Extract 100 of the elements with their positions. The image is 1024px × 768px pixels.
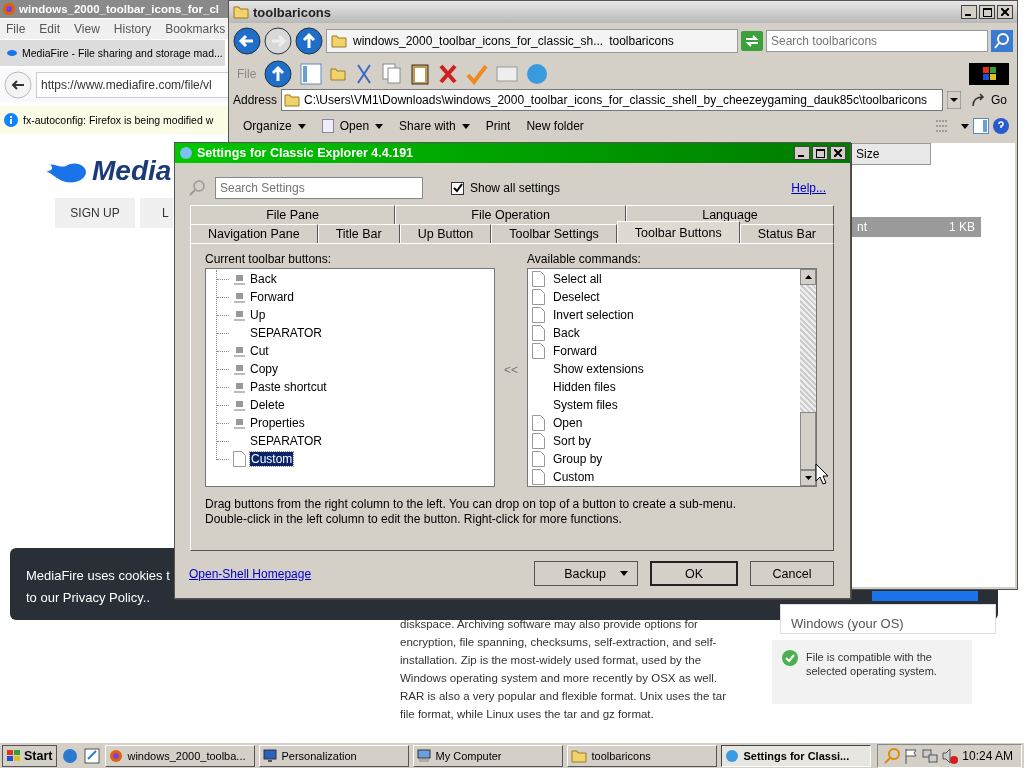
preview-pane-icon[interactable]	[973, 118, 989, 134]
nav-button[interactable]: L	[140, 198, 173, 228]
list-item[interactable]: Custom	[553, 470, 595, 484]
tab[interactable]: Status Bar	[739, 224, 834, 243]
toolbar-buttons-list[interactable]: Back Forward Up SEPARATOR Cut Copy Paste shortcut Delete Properties SEPARATOR Custom	[205, 268, 495, 487]
tree-item[interactable]: Back	[250, 272, 277, 286]
list-item[interactable]: System files	[553, 398, 618, 412]
list-item[interactable]: Hidden files	[553, 380, 616, 394]
list-item[interactable]: Select all	[553, 272, 602, 286]
go-button[interactable]: Go	[965, 91, 1013, 109]
dropdown-arrow-icon[interactable]	[947, 91, 961, 109]
breadcrumb-bar[interactable]: windows_2000_toolbar_icons_for_classic_sh... toolbaricons	[326, 29, 738, 53]
up-button[interactable]	[295, 27, 323, 55]
list-item[interactable]: Deselect	[553, 290, 600, 304]
command-button[interactable]: Print	[479, 117, 517, 135]
minimize-button[interactable]	[794, 146, 810, 160]
back-button[interactable]	[233, 27, 261, 55]
menu-item[interactable]: View	[74, 22, 100, 36]
caret-icon[interactable]	[619, 571, 628, 576]
tree-item[interactable]: SEPARATOR	[250, 326, 323, 340]
minimize-button[interactable]	[961, 5, 977, 19]
list-item[interactable]: Back	[553, 326, 580, 340]
view-list-icon[interactable]	[935, 119, 969, 133]
list-item[interactable]: Forward	[553, 344, 597, 358]
taskbar-button[interactable]: My Computer	[413, 744, 564, 767]
checkbox[interactable]	[451, 181, 464, 195]
muted-speaker-icon[interactable]	[942, 747, 959, 764]
help-icon[interactable]	[993, 118, 1009, 134]
menu-item[interactable]: File	[6, 22, 26, 36]
caret-icon[interactable]	[375, 123, 384, 129]
close-button[interactable]	[830, 146, 846, 160]
tree-item[interactable]: Forward	[250, 290, 294, 304]
nav-button[interactable]: SIGN UP	[55, 198, 135, 228]
cancel-button[interactable]: Cancel	[750, 561, 834, 586]
panes-icon[interactable]	[300, 63, 323, 85]
tree-item[interactable]: Up	[250, 308, 266, 322]
start-button[interactable]: Start	[2, 744, 58, 767]
tree-item[interactable]: Paste shortcut	[250, 380, 327, 394]
tree-item[interactable]: Cut	[250, 344, 269, 358]
breadcrumb[interactable]: windows_2000_toolbar_icons_for_classic_sh...	[353, 34, 604, 48]
menu-item[interactable]: History	[113, 22, 152, 36]
checkmark-icon[interactable]	[466, 63, 489, 85]
search-icon[interactable]	[991, 30, 1013, 52]
homepage-link[interactable]: Open-Shell Homepage	[189, 566, 312, 581]
back-icon[interactable]	[4, 71, 32, 99]
notepad-icon[interactable]	[83, 746, 102, 765]
tree-item[interactable]: Copy	[250, 362, 278, 376]
refresh-icon[interactable]	[741, 31, 763, 51]
command-button[interactable]: Open	[315, 117, 390, 135]
maximize-button[interactable]	[979, 5, 995, 19]
list-item[interactable]: Invert selection	[553, 308, 634, 322]
taskbar-button[interactable]: windows_2000_toolba...	[105, 744, 256, 767]
backup-button[interactable]: Backup	[534, 561, 638, 586]
ok-button[interactable]: OK	[650, 561, 738, 586]
tree-item[interactable]: SEPARATOR	[250, 434, 323, 448]
address-field[interactable]: C:\Users\VM1\Downloads\windows_2000_toolbar_icons_for_classic_shell_by_cheezeygaming_dauk85c\toolbaricons	[281, 89, 943, 111]
os-select[interactable]: Windows (your OS)	[780, 604, 996, 634]
scrollbar-thumb[interactable]	[800, 412, 816, 470]
up-button[interactable]	[264, 60, 293, 88]
menu-item[interactable]: Edit	[39, 22, 61, 36]
caret-icon[interactable]	[461, 123, 470, 129]
search-field[interactable]: Search toolbaricons	[766, 30, 988, 52]
delete-icon[interactable]	[438, 63, 459, 85]
breadcrumb[interactable]: toolbaricons	[609, 34, 674, 48]
caret-icon[interactable]	[297, 123, 306, 129]
close-button[interactable]	[997, 5, 1013, 19]
flag-icon[interactable]	[904, 747, 919, 764]
tab[interactable]: Toolbar Settings	[491, 224, 617, 243]
tab[interactable]: Up Button	[399, 224, 492, 243]
tree-item[interactable]: Properties	[250, 416, 305, 430]
scroll-up-button[interactable]	[800, 269, 816, 285]
help-link[interactable]: Help...	[791, 181, 826, 195]
command-button[interactable]: Share with	[393, 117, 476, 135]
commands-list[interactable]: Select all Deselect Invert selection Back Forward Show extensions Hidden files System files Open Sort by Group by Custom	[527, 268, 817, 487]
column-header[interactable]: Size	[851, 143, 931, 165]
list-item[interactable]: Show extensions	[553, 362, 644, 376]
taskbar-button[interactable]: Settings for Classi...	[721, 744, 872, 767]
forward-button[interactable]	[264, 27, 292, 55]
scroll-down-button[interactable]	[800, 470, 816, 486]
tree-item[interactable]: Delete	[250, 398, 285, 412]
command-button[interactable]: New folder	[520, 117, 590, 135]
taskbar-button[interactable]: toolbaricons	[567, 744, 718, 767]
paste-icon[interactable]	[410, 63, 431, 85]
list-item[interactable]: Open	[553, 416, 583, 430]
tree-item[interactable]: Custom	[250, 452, 294, 466]
menu-item[interactable]: Bookmarks	[165, 22, 226, 36]
browser-tab[interactable]: MediaFire - File sharing and storage mad...	[0, 40, 225, 66]
command-button[interactable]: Organize	[237, 117, 312, 135]
tab[interactable]: Title Bar	[317, 224, 400, 243]
taskbar-button[interactable]: Personalization	[259, 744, 410, 767]
tab[interactable]: File Pane	[190, 205, 396, 224]
maximize-button[interactable]	[812, 146, 828, 160]
list-item[interactable]: Sort by	[553, 434, 591, 448]
list-item[interactable]: Group by	[553, 452, 603, 466]
tab[interactable]: Navigation Pane	[190, 224, 318, 243]
tab[interactable]: Toolbar Buttons	[616, 221, 740, 243]
search-field[interactable]: Search Settings	[215, 177, 423, 199]
tab[interactable]: File Operation	[395, 205, 626, 224]
scrollbar[interactable]	[800, 269, 816, 486]
network-icon[interactable]	[922, 747, 939, 764]
